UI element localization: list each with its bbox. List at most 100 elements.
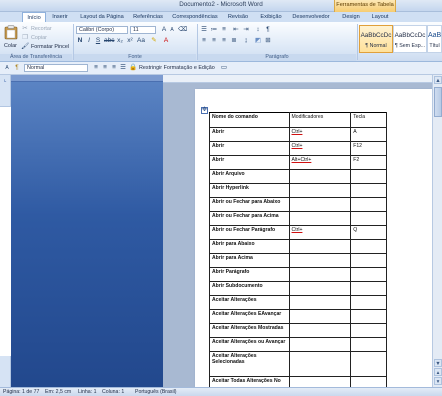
key-cell[interactable] xyxy=(350,295,387,310)
font-name-combo[interactable]: Calibri (Corpo) xyxy=(76,26,128,34)
modifiers-cell[interactable]: Alt+Ctrl+ xyxy=(288,155,352,170)
status-language[interactable]: Português (Brasil) xyxy=(135,389,177,395)
modifiers-cell[interactable] xyxy=(288,197,352,212)
modifiers-cell[interactable] xyxy=(288,183,352,198)
next-page-icon[interactable]: ▾ xyxy=(434,377,442,385)
increase-indent-icon[interactable]: ⇥ xyxy=(242,26,250,34)
tab-correspondencias[interactable]: Correspondências xyxy=(170,12,220,22)
italic-icon[interactable]: I xyxy=(85,37,93,45)
borders-icon[interactable]: ⊞ xyxy=(264,37,272,45)
modifiers-cell[interactable] xyxy=(288,239,352,254)
key-cell[interactable] xyxy=(350,183,387,198)
modifiers-cell[interactable]: Ctrl+ xyxy=(288,127,352,142)
font-color-icon[interactable]: A xyxy=(162,37,170,45)
key-cell[interactable] xyxy=(350,281,387,296)
align-icon[interactable]: ≡ xyxy=(110,64,118,72)
command-name-cell[interactable]: Aceitar Alterações EAvançar xyxy=(209,309,290,324)
style-combo[interactable]: Normal xyxy=(24,64,88,72)
tab-exibicao[interactable]: Exibição xyxy=(256,12,286,22)
copy-button[interactable]: Copiar xyxy=(31,35,47,41)
command-name-cell[interactable]: Aceitar Alterações Selecionadas xyxy=(209,351,290,377)
previous-page-icon[interactable]: ▴ xyxy=(434,368,442,376)
modifiers-cell[interactable] xyxy=(288,309,352,324)
key-cell[interactable]: Q xyxy=(350,225,387,240)
style-title[interactable]: AaB Títul xyxy=(427,25,442,53)
modifiers-cell[interactable] xyxy=(288,337,352,352)
modifiers-cell[interactable] xyxy=(288,253,352,268)
cut-button[interactable]: Recortar xyxy=(31,26,52,32)
paste-button[interactable]: Colar xyxy=(2,25,20,53)
style-normal[interactable]: AaBbCcDc ¶ Normal xyxy=(359,25,393,53)
command-name-cell[interactable]: Aceitar Alterações ou Avançar xyxy=(209,337,290,352)
tab-revisao[interactable]: Revisão xyxy=(225,12,251,22)
modifiers-cell[interactable] xyxy=(288,211,352,226)
subscript-icon[interactable]: x₂ xyxy=(116,37,124,45)
shrink-font-icon[interactable]: A xyxy=(168,26,176,34)
command-name-cell[interactable]: Abrir Subdocumento xyxy=(209,281,290,296)
modifiers-cell[interactable] xyxy=(288,323,352,338)
shading-icon[interactable]: ◩ xyxy=(254,37,262,45)
styles-pane-icon[interactable]: A xyxy=(3,64,11,72)
format-painter-button[interactable]: Formatar Pincel xyxy=(31,44,69,50)
numbering-icon[interactable]: ≔ xyxy=(210,26,218,34)
command-name-cell[interactable]: Abrir para Acima xyxy=(209,253,290,268)
modifiers-cell[interactable] xyxy=(288,295,352,310)
align-center-icon[interactable]: ≡ xyxy=(210,37,218,45)
vertical-scrollbar[interactable]: ▲ ▼ ▴ ▾ xyxy=(432,75,442,387)
view-icon[interactable]: ▭ xyxy=(220,64,228,72)
tab-selector-icon[interactable]: ⌞ xyxy=(1,76,9,84)
key-cell[interactable] xyxy=(350,351,387,377)
bullets-icon[interactable]: ☰ xyxy=(200,26,208,34)
command-name-cell[interactable]: Abrir ou Fechar Parágrafo xyxy=(209,225,290,240)
font-size-combo[interactable]: 11 xyxy=(130,26,156,34)
modifiers-cell[interactable] xyxy=(288,169,352,184)
modifiers-cell[interactable] xyxy=(288,267,352,282)
strikethrough-icon[interactable]: abc xyxy=(104,37,114,45)
restrict-editing-button[interactable]: Restringir Formatação e Edição xyxy=(139,65,215,71)
command-name-cell[interactable]: Aceitar Alterações Mostradas xyxy=(209,323,290,338)
modifiers-cell[interactable] xyxy=(288,351,352,377)
sort-icon[interactable]: ↕ xyxy=(254,26,262,34)
bold-icon[interactable]: ≡ xyxy=(92,64,100,72)
key-cell[interactable] xyxy=(350,337,387,352)
align-right-icon[interactable]: ≡ xyxy=(220,37,228,45)
command-name-cell[interactable]: Aceitar Alterações xyxy=(209,295,290,310)
key-cell[interactable]: F12 xyxy=(350,141,387,156)
modifiers-cell[interactable] xyxy=(288,281,352,296)
scroll-up-icon[interactable]: ▲ xyxy=(434,76,442,84)
multilevel-list-icon[interactable]: ≡ xyxy=(220,26,228,34)
change-case-icon[interactable]: Aa xyxy=(137,37,145,45)
command-name-cell[interactable]: Abrir Arquivo xyxy=(209,169,290,184)
command-name-cell[interactable]: Abrir Parágrafo xyxy=(209,267,290,282)
tab-layout[interactable]: Layout xyxy=(367,12,393,22)
italic-icon[interactable]: ≡ xyxy=(101,64,109,72)
modifiers-cell[interactable]: Ctrl+ xyxy=(288,141,352,156)
bold-icon[interactable]: N xyxy=(76,37,84,45)
status-page[interactable]: Página: 1 de 77 xyxy=(3,389,39,395)
list-icon[interactable]: ☰ xyxy=(119,64,127,72)
style-no-spacing[interactable]: AaBbCcDc ¶ Sem Esp... xyxy=(393,25,427,53)
tab-inserir[interactable]: Inserir xyxy=(48,12,72,22)
superscript-icon[interactable]: x² xyxy=(126,37,134,45)
justify-icon[interactable]: ≣ xyxy=(230,37,238,45)
command-name-cell[interactable]: Abrir xyxy=(209,127,290,142)
key-cell[interactable] xyxy=(350,169,387,184)
line-spacing-icon[interactable]: ↨ xyxy=(242,37,250,45)
commands-table[interactable]: Nome do comando Modificadores Tecla Abri… xyxy=(209,112,387,396)
grow-font-icon[interactable]: A xyxy=(160,26,168,34)
command-name-cell[interactable]: Abrir xyxy=(209,141,290,156)
key-cell[interactable] xyxy=(350,267,387,282)
command-name-cell[interactable]: Abrir ou Fechar para Abaixo xyxy=(209,197,290,212)
key-cell[interactable] xyxy=(350,323,387,338)
scroll-down-icon[interactable]: ▼ xyxy=(434,359,442,367)
table-move-handle[interactable]: ✥ xyxy=(201,107,208,114)
tab-referencias[interactable]: Referências xyxy=(131,12,165,22)
key-cell[interactable] xyxy=(350,197,387,212)
scroll-thumb[interactable] xyxy=(434,87,442,117)
key-cell[interactable] xyxy=(350,309,387,324)
command-name-cell[interactable]: Abrir para Abaixo xyxy=(209,239,290,254)
key-cell[interactable] xyxy=(350,239,387,254)
modifiers-cell[interactable]: Ctrl+ xyxy=(288,225,352,240)
tab-desenvolvedor[interactable]: Desenvolvedor xyxy=(290,12,332,22)
key-cell[interactable]: A xyxy=(350,127,387,142)
